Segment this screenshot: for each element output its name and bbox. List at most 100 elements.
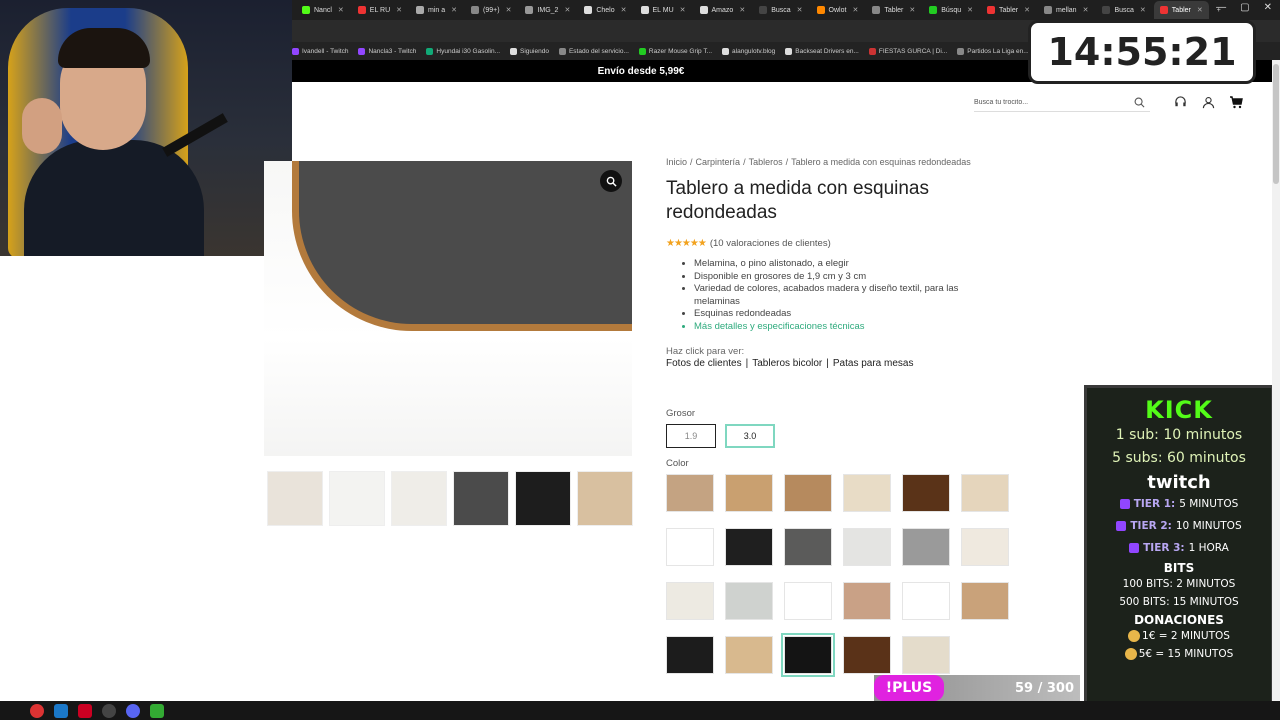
tab-close-icon[interactable]: ✕ bbox=[852, 6, 858, 14]
page-scrollbar[interactable] bbox=[1272, 60, 1280, 701]
bookmark-item[interactable]: Partidos La Liga en... bbox=[957, 47, 1029, 55]
bookmark-item[interactable]: Backseat Drivers en... bbox=[785, 47, 859, 55]
color-swatch[interactable] bbox=[725, 636, 773, 674]
color-swatch[interactable] bbox=[666, 636, 714, 674]
color-swatch[interactable] bbox=[725, 528, 773, 566]
obs-icon[interactable] bbox=[102, 703, 116, 718]
tab-close-icon[interactable]: ✕ bbox=[909, 6, 915, 14]
gallery-thumbnail[interactable] bbox=[329, 471, 385, 526]
minimize-icon[interactable]: — bbox=[1216, 2, 1226, 13]
breadcrumb-item[interactable]: Inicio bbox=[666, 157, 687, 167]
color-swatch[interactable] bbox=[902, 636, 950, 674]
thickness-option-3-0[interactable]: 3.0 bbox=[725, 424, 775, 448]
breadcrumb-item[interactable]: Tableros bbox=[749, 157, 783, 167]
tab-close-icon[interactable]: ✕ bbox=[621, 6, 627, 14]
cart-icon[interactable] bbox=[1228, 94, 1244, 110]
gallery-thumbnail[interactable] bbox=[515, 471, 571, 526]
link-tableros-bicolor[interactable]: Tableros bicolor bbox=[752, 358, 822, 369]
bookmark-item[interactable]: alangulotv.blog bbox=[722, 47, 775, 55]
scrollbar-thumb[interactable] bbox=[1273, 64, 1279, 184]
discord-icon[interactable] bbox=[126, 703, 140, 718]
color-swatch[interactable] bbox=[666, 528, 714, 566]
color-swatch[interactable] bbox=[902, 582, 950, 620]
app-icon[interactable] bbox=[78, 703, 92, 718]
tab-close-icon[interactable]: ✕ bbox=[338, 6, 344, 14]
bookmark-item[interactable]: Estado del servicio... bbox=[558, 47, 629, 55]
color-swatch[interactable] bbox=[961, 582, 1009, 620]
search-icon[interactable] bbox=[1134, 97, 1145, 108]
color-swatch[interactable] bbox=[902, 528, 950, 566]
user-icon[interactable] bbox=[1200, 94, 1216, 110]
bookmark-item[interactable]: Ivandell - Twitch bbox=[292, 47, 348, 55]
breadcrumb-item[interactable]: Carpintería bbox=[696, 157, 741, 167]
gallery-thumbnail[interactable] bbox=[453, 471, 509, 526]
color-swatch[interactable] bbox=[961, 474, 1009, 512]
bookmark-item[interactable]: Razer Mouse Grip T... bbox=[638, 47, 712, 55]
gallery-thumbnail[interactable] bbox=[577, 471, 633, 526]
browser-tab[interactable]: Búsqu ✕ bbox=[923, 1, 979, 19]
color-swatch[interactable] bbox=[725, 582, 773, 620]
tab-close-icon[interactable]: ✕ bbox=[564, 6, 570, 14]
color-swatch[interactable] bbox=[666, 582, 714, 620]
gallery-thumbnail[interactable] bbox=[391, 471, 447, 526]
tab-close-icon[interactable]: ✕ bbox=[1083, 6, 1089, 14]
steam-icon[interactable] bbox=[54, 703, 68, 718]
bookmark-item[interactable]: FIESTAS GURCA | Di... bbox=[868, 47, 947, 55]
browser-tab[interactable]: Owlot ✕ bbox=[811, 1, 865, 19]
close-icon[interactable]: ✕ bbox=[1264, 2, 1272, 13]
thickness-option-1-9[interactable]: 1.9 bbox=[666, 424, 716, 448]
color-swatch[interactable] bbox=[725, 474, 773, 512]
tab-close-icon[interactable]: ✕ bbox=[739, 6, 745, 14]
browser-tab[interactable]: Tabler ✕ bbox=[1153, 1, 1209, 19]
link-fotos-clientes[interactable]: Fotos de clientes bbox=[666, 358, 742, 369]
product-main-image[interactable] bbox=[264, 161, 632, 456]
browser-tab[interactable]: EL RU ✕ bbox=[352, 1, 408, 19]
color-swatch[interactable] bbox=[784, 528, 832, 566]
color-swatch[interactable] bbox=[666, 474, 714, 512]
color-swatch[interactable] bbox=[784, 474, 832, 512]
browser-tab[interactable]: Chelo ✕ bbox=[578, 1, 632, 19]
link-patas-mesas[interactable]: Patas para mesas bbox=[833, 358, 914, 369]
maximize-icon[interactable]: ▢ bbox=[1240, 2, 1249, 13]
tab-close-icon[interactable]: ✕ bbox=[680, 6, 686, 14]
tab-label: Búsqu bbox=[941, 6, 962, 14]
browser-tab[interactable]: Tabler ✕ bbox=[866, 1, 921, 19]
tab-close-icon[interactable]: ✕ bbox=[967, 6, 973, 14]
browser-tab[interactable]: Nancl ✕ bbox=[296, 1, 350, 19]
tab-close-icon[interactable]: ✕ bbox=[396, 6, 402, 14]
browser-tab[interactable]: Amazo ✕ bbox=[694, 1, 752, 19]
tab-close-icon[interactable]: ✕ bbox=[451, 6, 457, 14]
browser-tab[interactable]: Tabler ✕ bbox=[981, 1, 1036, 19]
reviews-link[interactable]: (10 valoraciones de clientes) bbox=[710, 238, 831, 249]
tab-close-icon[interactable]: ✕ bbox=[1197, 6, 1203, 14]
zoom-magnifier-icon[interactable] bbox=[600, 170, 622, 192]
color-swatch[interactable] bbox=[843, 528, 891, 566]
browser-tab[interactable]: (99+) ✕ bbox=[465, 1, 517, 19]
bookmark-item[interactable]: Hyundai i30 Gasolin... bbox=[426, 47, 500, 55]
gallery-thumbnail[interactable] bbox=[267, 471, 323, 526]
color-swatch[interactable] bbox=[843, 636, 891, 674]
support-headset-icon[interactable] bbox=[1172, 94, 1188, 110]
color-swatch[interactable] bbox=[902, 474, 950, 512]
browser-tab[interactable]: Busca ✕ bbox=[753, 1, 808, 19]
tab-close-icon[interactable]: ✕ bbox=[506, 6, 512, 14]
color-swatch[interactable] bbox=[784, 582, 832, 620]
color-swatch[interactable] bbox=[843, 582, 891, 620]
browser-tab[interactable]: EL MU ✕ bbox=[635, 1, 692, 19]
tab-close-icon[interactable]: ✕ bbox=[1024, 6, 1030, 14]
details-link[interactable]: Más detalles y especificaciones técnicas bbox=[694, 321, 1002, 334]
bookmark-item[interactable]: Siguiendo bbox=[510, 47, 549, 55]
bookmark-item[interactable]: Nancla3 - Twitch bbox=[358, 47, 416, 55]
browser-tab[interactable]: mellan ✕ bbox=[1038, 1, 1095, 19]
search-input[interactable] bbox=[974, 99, 1134, 106]
color-swatch[interactable] bbox=[843, 474, 891, 512]
tab-close-icon[interactable]: ✕ bbox=[797, 6, 803, 14]
tab-close-icon[interactable]: ✕ bbox=[1140, 6, 1146, 14]
browser-tab[interactable]: min a ✕ bbox=[410, 1, 463, 19]
browser-tab[interactable]: IMG_2 ✕ bbox=[519, 1, 576, 19]
color-swatch[interactable] bbox=[781, 633, 835, 677]
nvidia-icon[interactable] bbox=[150, 703, 164, 718]
chrome-icon[interactable] bbox=[30, 703, 44, 718]
browser-tab[interactable]: Busca ✕ bbox=[1096, 1, 1151, 19]
color-swatch[interactable] bbox=[961, 528, 1009, 566]
